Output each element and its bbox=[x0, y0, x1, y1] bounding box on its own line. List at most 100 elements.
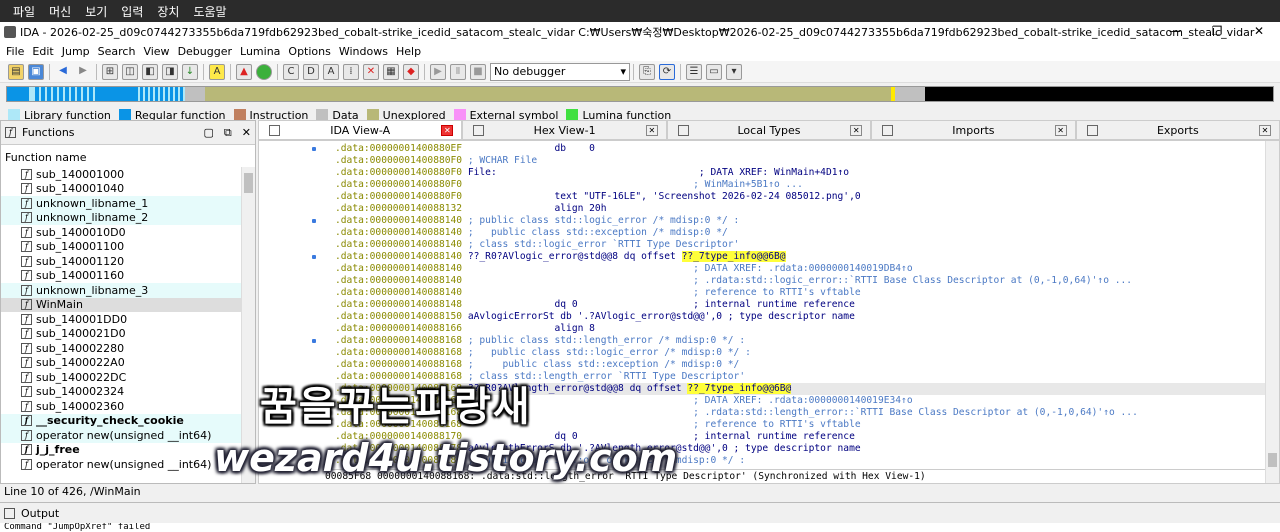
function-item[interactable]: f unknown_libname_1 bbox=[1, 196, 241, 211]
menu-lumina[interactable]: Lumina bbox=[240, 45, 280, 58]
debugger-select[interactable]: No debugger bbox=[490, 62, 630, 81]
code-line[interactable]: .data:0000000140088166 align 8 bbox=[335, 323, 1265, 335]
float-icon[interactable]: ⧉ bbox=[224, 126, 232, 140]
host-menu-item[interactable]: 보기 bbox=[85, 3, 107, 20]
ascii-icon[interactable]: A bbox=[323, 63, 339, 80]
function-name-header[interactable]: Function name bbox=[1, 151, 255, 167]
data-icon[interactable]: D bbox=[303, 63, 319, 80]
function-item[interactable]: f sub_140002280 bbox=[1, 341, 241, 356]
undefine-icon[interactable]: ✕ bbox=[363, 63, 379, 80]
list-icon[interactable]: ☰ bbox=[686, 63, 702, 80]
function-item[interactable]: f j_j_free bbox=[1, 443, 241, 458]
menu-file[interactable]: File bbox=[6, 45, 24, 58]
code-line[interactable]: .data:00000001400880F0 text "UTF-16LE", … bbox=[335, 191, 1265, 203]
host-menu-item[interactable]: 도움말 bbox=[193, 3, 226, 20]
code-line[interactable]: .data:00000001400880F0 File: ; DATA XREF… bbox=[335, 167, 1265, 179]
tab-close-icon[interactable]: ✕ bbox=[850, 124, 863, 136]
function-item[interactable]: f unknown_libname_2 bbox=[1, 210, 241, 225]
tab-imports[interactable]: Imports ✕ bbox=[871, 120, 1076, 140]
function-item[interactable]: f operator new(unsigned __int64) bbox=[1, 457, 241, 472]
function-item[interactable]: f sub_140001DD0 bbox=[1, 312, 241, 327]
menu-options[interactable]: Options bbox=[288, 45, 330, 58]
code-line[interactable]: .data:00000001400880F0 ; WCHAR File bbox=[335, 155, 1265, 167]
run-green-icon[interactable] bbox=[256, 63, 272, 80]
breakpoint-icon[interactable]: ◆ bbox=[403, 63, 419, 80]
function-item[interactable]: f sub_1400021D0 bbox=[1, 327, 241, 342]
navigation-band[interactable] bbox=[6, 86, 1274, 102]
highlighted-symbol[interactable]: ??_7type_info@@6B@ bbox=[687, 383, 792, 394]
code-line[interactable]: .data:0000000140088140 ; public class st… bbox=[335, 215, 1265, 227]
text-color-icon[interactable]: A bbox=[209, 63, 225, 80]
code-line[interactable]: .data:0000000140088140 ??_R0?AVlogic_err… bbox=[335, 251, 1265, 263]
host-menu-item[interactable]: 입력 bbox=[121, 3, 143, 20]
code-scrollbar[interactable] bbox=[1265, 141, 1279, 483]
code-line[interactable]: .data:0000000140088168 ; public class st… bbox=[335, 347, 1265, 359]
names-icon[interactable]: ◨ bbox=[162, 63, 178, 80]
code-line[interactable]: .data:0000000140088132 align 20h bbox=[335, 203, 1265, 215]
menu-view[interactable]: View bbox=[143, 45, 169, 58]
tab-close-icon[interactable]: ✕ bbox=[645, 124, 658, 136]
code-line[interactable]: .data:0000000140088150 aAvlogicErrorSt d… bbox=[335, 311, 1265, 323]
open-icon[interactable]: ▤ bbox=[8, 63, 24, 80]
host-menu-item[interactable]: 파일 bbox=[13, 3, 35, 20]
pause-icon[interactable]: Ⅱ bbox=[450, 63, 466, 80]
host-menu-item[interactable]: 장치 bbox=[157, 3, 179, 20]
options-icon[interactable]: ▾ bbox=[726, 63, 742, 80]
tab-close-icon[interactable]: ✕ bbox=[1054, 124, 1067, 136]
tab-close-icon[interactable]: ✕ bbox=[441, 124, 454, 136]
function-item[interactable]: f __security_check_cookie bbox=[1, 413, 241, 428]
close-button[interactable]: ✕ bbox=[1238, 22, 1280, 41]
function-item[interactable]: f unknown_libname_3 bbox=[1, 283, 241, 298]
function-list[interactable]: f sub_140001000 f sub_140001040 f unknown_lib… bbox=[1, 167, 241, 483]
play-icon[interactable]: ▶ bbox=[430, 63, 446, 80]
function-item[interactable]: f sub_140001120 bbox=[1, 254, 241, 269]
menu-edit[interactable]: Edit bbox=[32, 45, 53, 58]
highlighted-symbol[interactable]: ??_7type_info@@6B@ bbox=[681, 251, 786, 262]
code-line[interactable]: .data:00000001400880EF db 0 bbox=[335, 143, 1265, 155]
function-item[interactable]: f operator new(unsigned __int64) bbox=[1, 428, 241, 443]
code-line[interactable]: .data:0000000140088168 ; public class st… bbox=[335, 359, 1265, 371]
function-item[interactable]: f sub_140001000 bbox=[1, 167, 241, 182]
window-icon[interactable]: ▭ bbox=[706, 63, 722, 80]
function-item[interactable]: f sub_140001160 bbox=[1, 269, 241, 284]
enums-icon[interactable]: ◧ bbox=[142, 63, 158, 80]
maximize-icon[interactable]: ▢ bbox=[204, 126, 214, 140]
save-icon[interactable]: ▣ bbox=[28, 63, 44, 80]
code-line[interactable]: .data:0000000140088140 ; .rdata:std::log… bbox=[335, 275, 1265, 287]
code-line[interactable]: .data:0000000140088148 dq 0 ; internal r… bbox=[335, 299, 1265, 311]
minimize-button[interactable]: — bbox=[1154, 22, 1196, 41]
stop-icon[interactable]: ■ bbox=[470, 63, 486, 80]
close-icon[interactable]: ✕ bbox=[242, 126, 251, 140]
restore-button[interactable]: ❐ bbox=[1196, 22, 1238, 41]
mark-icon[interactable]: ▲ bbox=[236, 63, 252, 80]
menu-search[interactable]: Search bbox=[98, 45, 136, 58]
code-line[interactable]: .data:00000001400880F0 ; WinMain+5B1↑o .… bbox=[335, 179, 1265, 191]
copy-icon[interactable]: ⎘ bbox=[639, 63, 655, 80]
jump-icon[interactable]: ↓ bbox=[182, 63, 198, 80]
function-item[interactable]: f sub_140001100 bbox=[1, 240, 241, 255]
code-icon[interactable]: C bbox=[283, 63, 299, 80]
tab-close-icon[interactable]: ✕ bbox=[1259, 124, 1272, 136]
patch-icon[interactable]: ▦ bbox=[383, 63, 399, 80]
code-line[interactable]: .data:0000000140088140 ; class std::logi… bbox=[335, 239, 1265, 251]
code-line[interactable]: .data:0000000140088168 ; public class st… bbox=[335, 335, 1265, 347]
function-item[interactable]: f sub_1400022DC bbox=[1, 370, 241, 385]
code-line[interactable]: .data:0000000140088140 ; DATA XREF: .rda… bbox=[335, 263, 1265, 275]
forward-arrow-icon[interactable]: ▶ bbox=[75, 64, 91, 80]
function-item[interactable]: f WinMain bbox=[1, 297, 241, 312]
function-item[interactable]: f sub_140002324 bbox=[1, 385, 241, 400]
back-arrow-icon[interactable]: ◀ bbox=[55, 64, 71, 80]
ida-view-a[interactable]: .data:00000001400880EF db 0 .data:0000000… bbox=[258, 140, 1280, 484]
code-line[interactable]: .data:0000000140088140 ; public class st… bbox=[335, 227, 1265, 239]
menu-jump[interactable]: Jump bbox=[62, 45, 90, 58]
graph-icon[interactable]: ⊞ bbox=[102, 63, 118, 80]
tab-local-types[interactable]: Local Types ✕ bbox=[666, 120, 872, 140]
function-item[interactable]: f sub_1400022A0 bbox=[1, 356, 241, 371]
tab-exports[interactable]: Exports ✕ bbox=[1075, 120, 1280, 140]
function-item[interactable]: f sub_140001040 bbox=[1, 182, 241, 197]
tab-ida-view-a[interactable]: IDA View-A ✕ bbox=[258, 120, 463, 140]
menu-debugger[interactable]: Debugger bbox=[178, 45, 232, 58]
menu-help[interactable]: Help bbox=[396, 45, 421, 58]
host-menu-item[interactable]: 머신 bbox=[49, 3, 71, 20]
sync-icon[interactable]: ⟳ bbox=[659, 63, 675, 80]
